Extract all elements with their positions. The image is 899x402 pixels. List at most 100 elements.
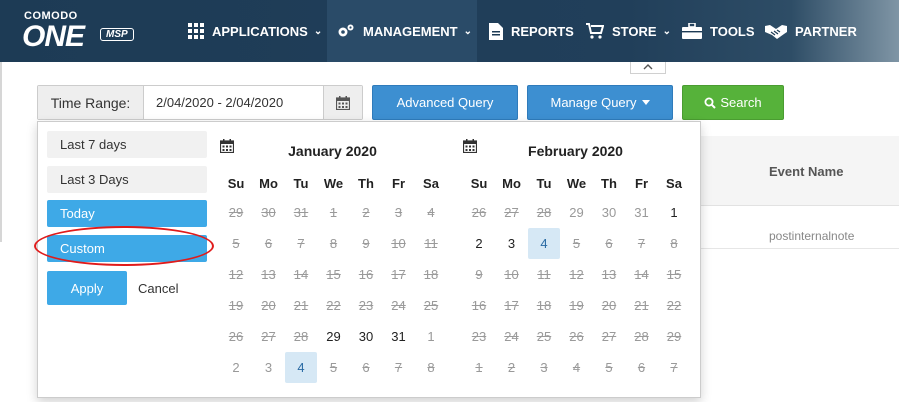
calendar-day[interactable]: 29 [318,321,350,352]
caret-down-icon [641,100,650,105]
calendar-day: 29 [666,329,682,344]
calendar-day-selected[interactable]: 4 [528,228,560,259]
calendar-day[interactable]: 1 [658,197,690,228]
calendar-day: 18 [423,267,439,282]
weekday-header: We [566,176,587,191]
weekday-header: Fr [392,176,405,191]
calendar-day: 2 [507,360,516,375]
calendar-day: 17 [504,298,519,313]
calendar-day: 4 [427,205,435,220]
manage-query-button[interactable]: Manage Query [527,85,673,120]
calendar-day: 7 [297,236,305,251]
event-name-column-header[interactable]: Event Name [769,164,843,179]
calendar-day: 19 [569,298,584,313]
weekday-header: Mo [259,176,278,191]
weekday-header: Su [470,176,488,191]
nav-management[interactable]: MANAGEMENT ⌄ [327,0,477,62]
range-last-7-days[interactable]: Last 7 days [47,131,207,158]
search-label: Search [720,95,762,110]
calendar-day: 9 [475,267,483,282]
range-last-3-days[interactable]: Last 3 Days [47,166,207,193]
weekday-header: Sa [666,176,682,191]
calendar-month-title: January 2020 [288,143,377,159]
calendar-day: 10 [504,267,519,282]
calendar-day: 26 [228,329,244,344]
apply-button[interactable]: Apply [47,271,127,305]
calendar-day: 23 [358,298,374,313]
logo-badge: MSP [100,28,134,41]
calendar-day[interactable]: 30 [350,321,382,352]
chevron-down-icon: ⌄ [313,25,323,37]
advanced-query-button[interactable]: Advanced Query [372,85,518,120]
calendar-day: 5 [329,360,338,375]
calendar-day: 2 [362,205,370,220]
weekday-header: Tu [293,176,309,191]
calendar-day: 1 [427,329,435,344]
calendar-day: 6 [637,360,646,375]
calendar-day: 27 [601,329,617,344]
page-edge [0,62,2,242]
calendar-day: 20 [261,298,276,313]
calendar-day: 14 [634,267,649,282]
nav-reports-label: REPORTS [511,23,574,39]
calendar-day: 9 [362,236,370,251]
nav-tools[interactable]: TOOLS [682,0,755,62]
highlight-annotation [34,226,214,266]
calendar-day: 4 [572,360,581,375]
calendar-day: 11 [537,267,551,282]
calendar-day: 1 [329,205,338,220]
calendar-day: 7 [637,236,646,251]
calendar-day: 15 [326,267,341,282]
nav-store-label: STORE [612,23,657,39]
calendar-day: 16 [471,298,487,313]
calendar-day: 31 [634,205,649,220]
calendar-day: 13 [601,267,617,282]
calendar-day: 24 [504,329,519,344]
nav-management-label: MANAGEMENT [363,23,458,39]
calendar-day: 3 [394,205,403,220]
table-row-divider [700,248,899,249]
search-button[interactable]: Search [682,85,784,120]
calendar-day: 28 [293,329,309,344]
calendar-day: 30 [601,205,617,220]
nav-store[interactable]: STORE ⌄ [586,0,671,62]
calendar-day: 17 [391,267,406,282]
calendar-day: 23 [471,329,487,344]
calendar-day: 22 [326,298,341,313]
event-name-cell: postinternalnote [769,229,855,243]
calendar-month-title: February 2020 [528,143,623,159]
calendar-day: 6 [362,360,370,375]
weekday-header: Sa [423,176,439,191]
calendar-day: 7 [670,360,678,375]
calendar-day: 30 [261,205,276,220]
calendar-button[interactable] [323,86,362,119]
nav-applications[interactable]: APPLICATIONS ⌄ [188,0,322,62]
nav-reports[interactable]: REPORTS [489,0,574,62]
report-icon [489,22,503,40]
calendar-day: 6 [264,236,273,251]
nav-partner[interactable]: PARTNER [765,0,857,62]
calendar-day: 28 [536,205,552,220]
calendar-day-selected[interactable]: 4 [285,352,317,383]
time-range-picker[interactable]: Time Range: 2/04/2020 - 2/04/2020 [37,85,363,120]
cancel-button[interactable]: Cancel [138,271,178,305]
calendar-day: 15 [666,267,682,282]
calendar-day[interactable]: 2 [463,228,495,259]
calendar-day: 14 [293,267,309,282]
calendar-day: 25 [423,298,439,313]
calendar-day: 24 [391,298,406,313]
gears-icon [338,24,354,37]
calendar-day: 12 [569,267,584,282]
comodo-one-msp-logo[interactable]: COMODO ONE MSP [22,8,142,54]
calendar-day: 5 [605,360,613,375]
weekday-header: We [323,176,344,191]
collapse-header-tab[interactable] [630,62,666,74]
calendar-day[interactable]: 31 [383,321,415,352]
time-range-input[interactable]: 2/04/2020 - 2/04/2020 [144,86,323,119]
chevron-up-icon [643,64,653,70]
nav-partner-label: PARTNER [795,23,857,39]
range-today[interactable]: Today [47,200,207,227]
weekday-header: Th [358,176,374,191]
calendar-day[interactable]: 3 [496,228,528,259]
calendar-day: 5 [232,236,240,251]
